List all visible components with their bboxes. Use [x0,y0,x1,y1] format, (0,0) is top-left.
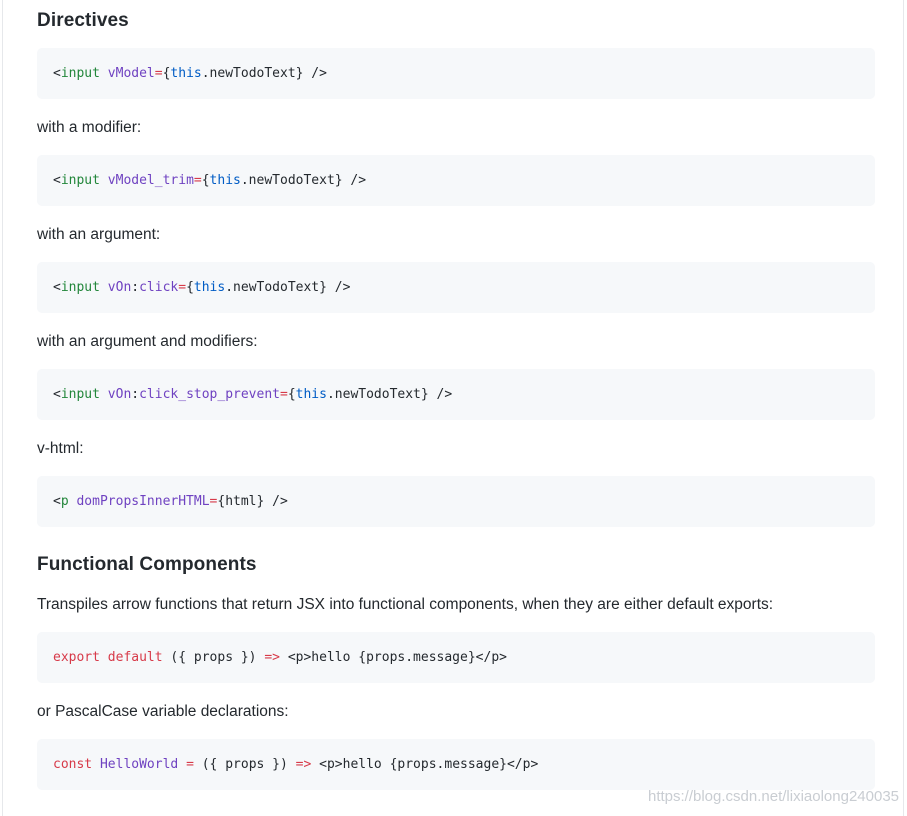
code-operator: = [154,66,163,81]
code-identifier: HelloWorld [99,757,179,772]
code-block-const-helloworld: const HelloWorld = ({ props }) => <p>hel… [37,739,875,790]
code-attr: click [139,280,179,295]
code-keyword: export [53,650,100,665]
code-keyword: this [209,173,241,188]
code-token: { [287,387,296,402]
code-token: .newTodoText} /> [201,66,327,81]
code-token: < [53,173,61,188]
code-operator: => [264,650,280,665]
code-token: < [53,494,61,509]
code-token: : [131,280,140,295]
code-keyword: const [53,757,93,772]
code-token: { [201,173,210,188]
code-operator: = [186,757,194,772]
code-attr: vModel_trim [107,173,194,188]
code-operator: = [178,280,187,295]
code-block-vmodel: <input vModel={this.newTodoText} /> [37,48,875,99]
code-token: : [131,387,140,402]
code-token: .newTodoText} /> [326,387,453,402]
functional-intro-text: Transpiles arrow functions that return J… [37,596,774,613]
code-keyword: default [107,650,163,665]
code-token: ({ props }) [193,757,296,772]
code-attr: vOn [107,280,132,295]
code-attr: vModel [107,66,155,81]
code-tag: input [60,280,100,295]
directives-heading: Directives [37,10,129,31]
code-block-von-click: <input vOn:click={this.newTodoText} /> [37,262,875,313]
code-block-export-default: export default ({ props }) => <p>hello {… [37,632,875,683]
code-token: .newTodoText} /> [240,173,367,188]
code-keyword: this [170,66,202,81]
code-token: < [53,66,61,81]
code-keyword: this [193,280,226,295]
code-token: .newTodoText} /> [225,280,351,295]
code-token: {html} /> [217,494,288,509]
vhtml-text: v-html: [37,440,84,457]
code-tag: input [60,66,100,81]
code-operator: => [295,757,312,772]
argument-text: with an argument: [37,226,161,243]
code-block-vmodel-trim: <input vModel_trim={this.newTodoText} /> [37,155,875,206]
code-token: ({ props }) [162,650,265,665]
code-token: < [53,387,61,402]
argument-modifiers-text: with an argument and modifiers: [37,333,258,350]
code-keyword: this [295,387,327,402]
document-frame: Directives <input vModel={this.newTodoTe… [2,0,904,816]
code-attr: click_stop_prevent [139,387,280,402]
code-token: < [53,280,61,295]
code-token: <p>hello {props.message}</p> [280,650,507,665]
code-attr: vOn [107,387,132,402]
functional-components-heading: Functional Components [37,554,257,575]
code-operator: = [193,173,202,188]
code-tag: input [60,387,100,402]
modifier-text: with a modifier: [37,119,142,136]
code-token: <p>hello {props.message}</p> [311,757,539,772]
code-block-von-click-stop-prevent: <input vOn:click_stop_prevent={this.newT… [37,369,875,420]
code-tag: input [60,173,100,188]
watermark-url: https://blog.csdn.net/lixiaolong240035 [647,788,899,805]
code-tag: p [60,494,69,509]
code-attr: domPropsInnerHTML [76,494,210,509]
code-block-dom-props: <p domPropsInnerHTML={html} /> [37,476,875,527]
code-operator: = [280,387,288,402]
pascalcase-text: or PascalCase variable declarations: [37,703,289,720]
code-token: { [186,280,194,295]
